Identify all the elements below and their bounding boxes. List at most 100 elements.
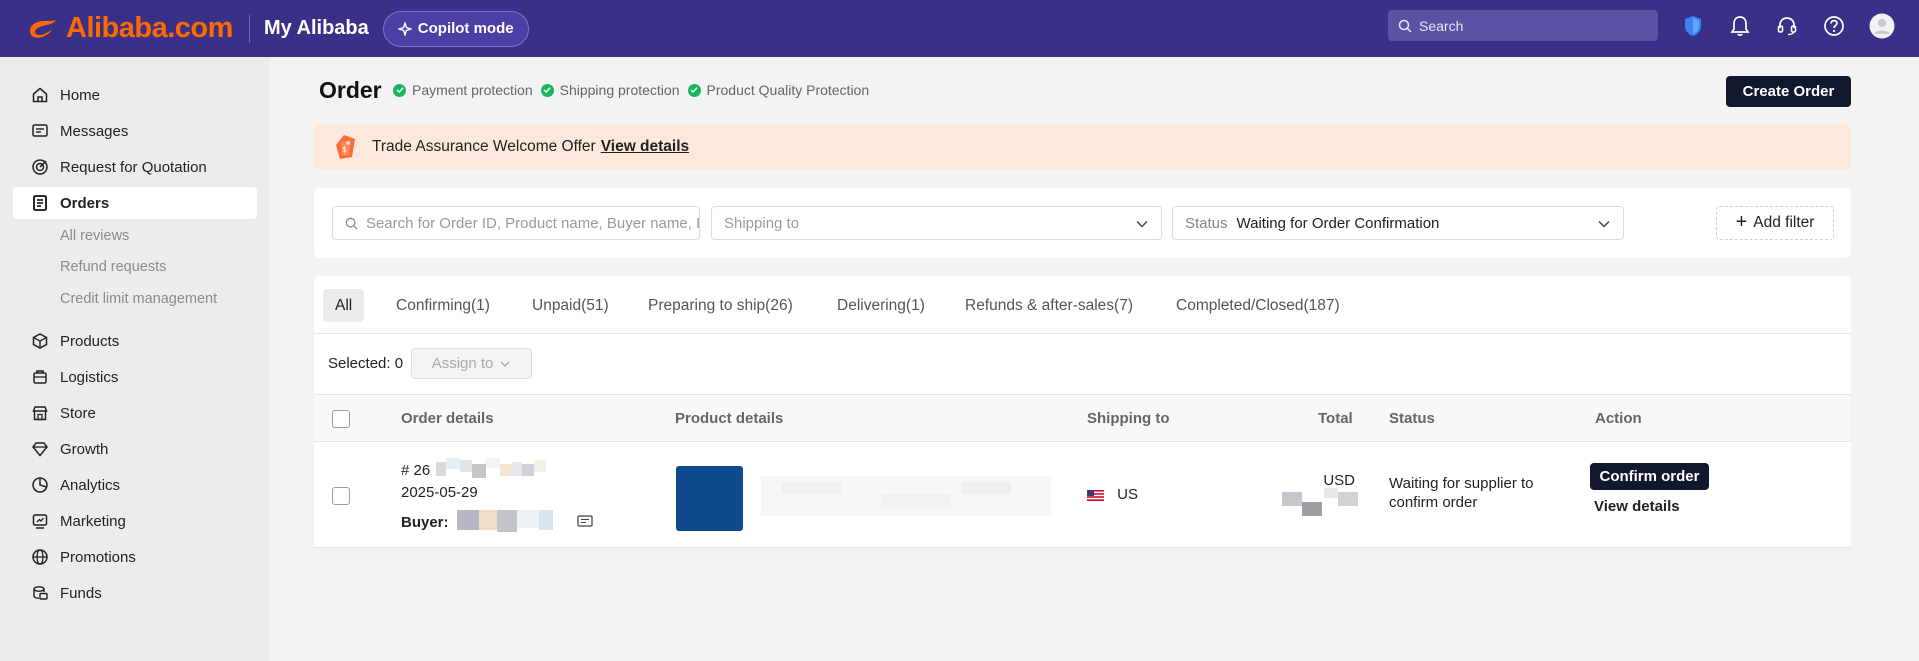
avatar[interactable] [1869, 13, 1895, 39]
diamond-icon [32, 442, 48, 457]
tab-delivering[interactable]: Delivering(1) [837, 289, 925, 322]
box-icon [32, 333, 48, 349]
check-circle-icon [687, 83, 701, 97]
badge-shipping-protection: Shipping protection [540, 82, 680, 98]
create-order-button[interactable]: Create Order [1726, 76, 1851, 107]
header-divider [248, 14, 250, 43]
truck-icon [33, 370, 47, 384]
search-icon [345, 217, 358, 230]
order-id[interactable]: # 26 [401, 458, 576, 484]
pie-icon [32, 477, 48, 493]
headset-icon[interactable] [1774, 13, 1800, 39]
sidebar-item-label: Products [60, 332, 120, 350]
plus-icon: + [1735, 210, 1748, 233]
add-filter-label: Add filter [1753, 214, 1815, 231]
select-all-checkbox[interactable] [332, 410, 350, 428]
col-action: Action [1595, 410, 1642, 427]
alibaba-logo-icon [30, 19, 56, 38]
sidebar-item-label: Analytics [60, 476, 121, 494]
bell-icon[interactable] [1727, 13, 1753, 39]
check-circle-icon [393, 83, 406, 97]
sidebar-item-label: Request for Quotation [60, 158, 207, 176]
sidebar-item-store[interactable]: Store [13, 397, 257, 429]
help-icon[interactable] [1821, 13, 1847, 39]
selected-count: Selected: 0 [328, 355, 404, 372]
sidebar-item-label: Marketing [60, 512, 126, 530]
sidebar-item-orders[interactable]: Orders [13, 187, 257, 219]
shield-icon[interactable] [1680, 13, 1706, 39]
sidebar-item-messages[interactable]: Messages [13, 115, 257, 147]
sidebar-item-rfq[interactable]: Request for Quotation [13, 151, 257, 183]
logo-text: Alibaba.com [66, 12, 233, 44]
badge-label: Payment protection [412, 82, 533, 98]
redacted-buyer-name [456, 508, 575, 536]
tab-completed-closed[interactable]: Completed/Closed(187) [1176, 289, 1340, 322]
check-circle-icon [540, 83, 554, 97]
sidebar-subitem-all-reviews[interactable]: All reviews [60, 228, 129, 244]
coins-icon [33, 586, 48, 600]
tab-refunds-after-sales[interactable]: Refunds & after-sales(7) [965, 289, 1133, 322]
tab-all[interactable]: All [323, 289, 365, 322]
sparkle-icon [397, 21, 412, 36]
order-date: 2025-05-29 [401, 484, 478, 501]
status-select[interactable]: Status Waiting for Order Confirmation [1172, 206, 1624, 240]
status-select-label: Status [1185, 214, 1228, 232]
tab-unpaid[interactable]: Unpaid(51) [532, 289, 609, 322]
order-buyer: Buyer: [401, 508, 593, 536]
app-title[interactable]: My Alibaba [264, 17, 369, 40]
sidebar-item-label: Orders [60, 194, 110, 212]
target-icon [32, 159, 48, 175]
sidebar-item-home[interactable]: Home [13, 79, 257, 111]
page-title: Order [319, 77, 382, 103]
sidebar-item-analytics[interactable]: Analytics [13, 469, 257, 501]
sidebar-item-growth[interactable]: Growth [13, 433, 257, 465]
sidebar-item-promotions[interactable]: Promotions [13, 541, 257, 573]
shipping-to-placeholder: Shipping to [724, 214, 800, 232]
total-currency: USD [1323, 472, 1355, 489]
alibaba-logo[interactable]: Alibaba.com [26, 12, 233, 45]
col-order-details: Order details [401, 410, 494, 427]
sidebar-item-label: Growth [60, 440, 109, 458]
copilot-mode-button[interactable]: Copilot mode [382, 10, 529, 47]
sidebar-item-label: Promotions [60, 548, 136, 566]
message-icon [32, 124, 48, 137]
sidebar-item-products[interactable]: Products [13, 325, 257, 357]
order-search-input[interactable]: Search for Order ID, Product name, Buyer… [332, 206, 700, 240]
product-thumbnail[interactable] [676, 466, 743, 531]
order-status: Waiting for supplier to confirm order [1389, 475, 1534, 511]
order-status-tabs: All Confirming(1) Unpaid(51) Preparing t… [314, 276, 1851, 334]
sidebar-item-funds[interactable]: Funds [13, 577, 257, 609]
globe-icon [32, 549, 48, 565]
orders-panel: All Confirming(1) Unpaid(51) Preparing t… [314, 276, 1851, 548]
order-total: USD [1282, 472, 1362, 522]
row-checkbox[interactable] [332, 487, 350, 505]
buyer-label: Buyer: [401, 513, 449, 531]
sidebar-subitem-credit-limit[interactable]: Credit limit management [60, 291, 217, 307]
sidebar-item-logistics[interactable]: Logistics [13, 361, 257, 393]
sidebar-item-marketing[interactable]: Marketing [13, 505, 257, 537]
add-filter-button[interactable]: + Add filter [1716, 206, 1834, 240]
shipping-to-select[interactable]: Shipping to [711, 206, 1162, 240]
shipping-destination: US [1087, 486, 1138, 503]
shipping-country: US [1117, 486, 1139, 503]
store-icon [32, 406, 48, 421]
chat-icon[interactable] [576, 515, 593, 529]
view-order-details-link[interactable]: View details [1594, 498, 1680, 515]
assign-to-button[interactable]: Assign to [411, 348, 533, 379]
tab-confirming[interactable]: Confirming(1) [396, 289, 490, 322]
sidebar-item-label: Logistics [60, 368, 119, 386]
offer-view-details-link[interactable]: View details [601, 138, 689, 156]
chevron-down-icon [1136, 220, 1148, 228]
confirm-order-button[interactable]: Confirm order [1590, 463, 1709, 490]
sidebar-item-label: Store [60, 404, 96, 422]
svg-text:$: $ [342, 145, 347, 154]
top-search-input[interactable]: Search [1388, 10, 1658, 41]
col-shipping-to: Shipping to [1087, 410, 1170, 427]
col-total: Total [1318, 410, 1353, 427]
sidebar-item-label: Funds [60, 584, 102, 602]
redacted-order-id [436, 458, 576, 484]
sidebar-subitem-refund-requests[interactable]: Refund requests [60, 259, 166, 275]
tab-preparing-to-ship[interactable]: Preparing to ship(26) [648, 289, 793, 322]
marketing-icon [32, 514, 48, 529]
search-icon [1398, 19, 1412, 33]
